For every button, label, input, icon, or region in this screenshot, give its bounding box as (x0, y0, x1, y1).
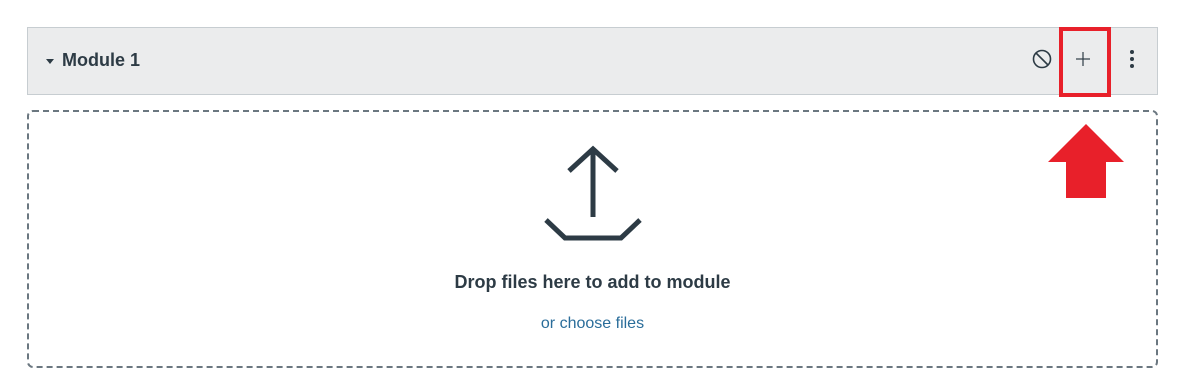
module-options-button[interactable] (1115, 44, 1149, 78)
publish-button[interactable] (1025, 44, 1059, 78)
choose-files-link[interactable]: or choose files (29, 315, 1156, 333)
module-page: Module 1 Drop files here to add to modul… (0, 0, 1184, 382)
drop-files-message: Drop files here to add to module (454, 272, 731, 292)
caret-down-icon[interactable] (38, 50, 62, 74)
plus-icon (1073, 49, 1093, 74)
kebab-icon (1129, 48, 1135, 75)
module-title: Module 1 (62, 50, 141, 70)
upload-icon (543, 145, 643, 243)
file-dropzone[interactable]: Drop files here to add to module or choo… (27, 110, 1158, 368)
module-header[interactable]: Module 1 (27, 27, 1158, 95)
unpublished-icon (1031, 48, 1053, 75)
add-item-button[interactable] (1066, 44, 1100, 78)
